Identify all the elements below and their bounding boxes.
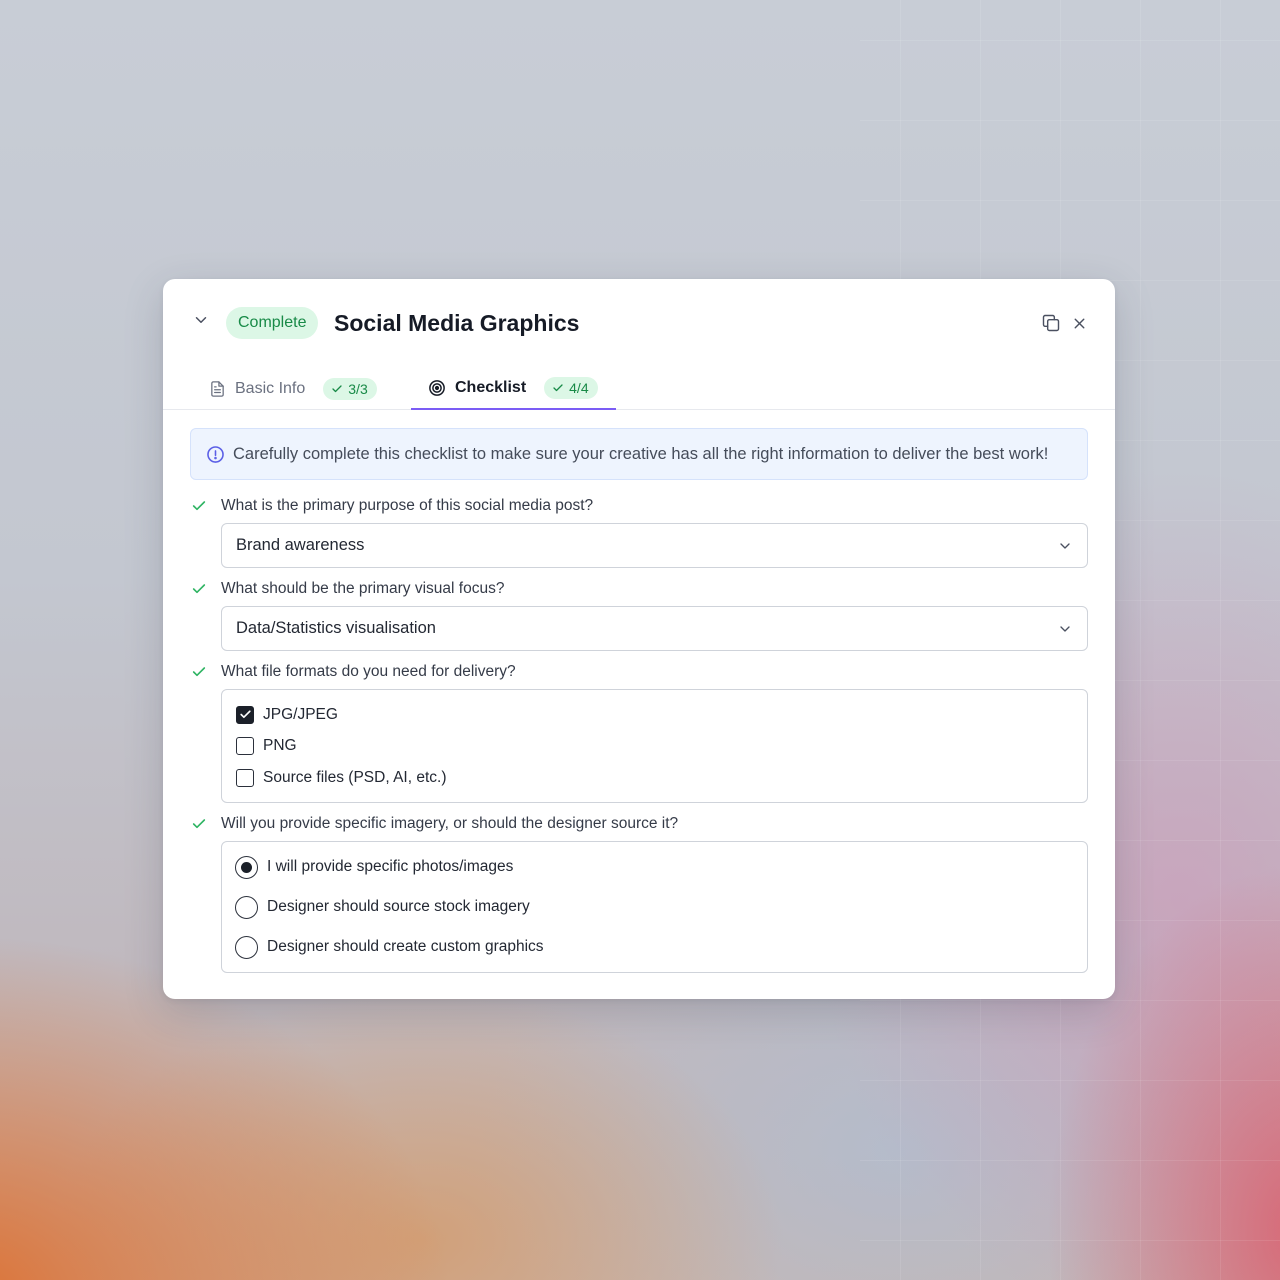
check-icon xyxy=(190,497,208,515)
visual-focus-select[interactable]: Data/Statistics visualisation xyxy=(221,606,1088,651)
option-provide-photos[interactable]: I will provide specific photos/images xyxy=(222,847,1087,887)
copy-button[interactable] xyxy=(1041,313,1061,333)
option-label: Source files (PSD, AI, etc.) xyxy=(263,768,447,786)
close-icon xyxy=(1074,318,1084,328)
option-jpg[interactable]: JPG/JPEG xyxy=(222,699,1087,731)
option-label: JPG/JPEG xyxy=(263,705,338,723)
radio-dot xyxy=(241,861,252,873)
status-badge: Complete xyxy=(226,307,319,339)
badge-count: 3/3 xyxy=(348,380,368,397)
radio[interactable] xyxy=(235,895,258,919)
option-label: I will provide specific photos/images xyxy=(267,858,514,875)
page-title: Social Media Graphics xyxy=(334,310,580,336)
document-icon xyxy=(208,380,226,398)
option-png[interactable]: PNG xyxy=(222,731,1087,763)
file-format-options: JPG/JPEG PNG Source files (PSD, AI, etc.… xyxy=(221,689,1088,803)
task-card: Complete Social Media Graphics Basic Inf… xyxy=(163,279,1115,999)
progress-badge: 4/4 xyxy=(544,376,598,399)
tab-label: Basic Info xyxy=(235,379,306,397)
checkbox[interactable] xyxy=(236,768,254,787)
select-value: Brand awareness xyxy=(236,536,365,554)
chevron-down-icon xyxy=(195,317,207,323)
badge-count: 4/4 xyxy=(569,379,589,396)
checkbox[interactable] xyxy=(236,737,254,756)
option-label: PNG xyxy=(263,737,297,755)
radio[interactable] xyxy=(235,935,258,959)
info-text: Carefully complete this checklist to mak… xyxy=(233,444,1049,463)
check-icon xyxy=(239,710,251,719)
imagery-options: I will provide specific photos/images De… xyxy=(221,841,1088,973)
check-icon xyxy=(332,384,342,392)
tab-basic-info[interactable]: Basic Info 3/3 xyxy=(208,367,377,410)
chevron-down-icon xyxy=(1060,542,1070,549)
question-file-formats: What file formats do you need for delive… xyxy=(190,662,1088,803)
chevron-down-icon xyxy=(1060,625,1070,632)
radio-selected[interactable] xyxy=(235,855,258,879)
select-value: Data/Statistics visualisation xyxy=(236,619,436,637)
option-label: Designer should create custom graphics xyxy=(267,938,544,955)
question-purpose: What is the primary purpose of this soci… xyxy=(190,496,1088,568)
tab-bar: Basic Info 3/3 Checklist 4/4 xyxy=(163,367,1115,410)
check-icon xyxy=(190,815,208,833)
option-source-files[interactable]: Source files (PSD, AI, etc.) xyxy=(222,762,1087,794)
info-banner: Carefully complete this checklist to mak… xyxy=(190,428,1088,480)
tab-label: Checklist xyxy=(455,378,527,396)
collapse-button[interactable] xyxy=(191,310,211,330)
purpose-select[interactable]: Brand awareness xyxy=(221,523,1088,568)
close-button[interactable] xyxy=(1069,313,1089,333)
option-label: Designer should source stock imagery xyxy=(267,898,530,915)
option-stock-imagery[interactable]: Designer should source stock imagery xyxy=(222,887,1087,927)
check-icon xyxy=(190,663,208,681)
check-icon xyxy=(190,580,208,598)
target-icon xyxy=(428,379,446,397)
question-label: What should be the primary visual focus? xyxy=(221,580,505,597)
card-header: Complete Social Media Graphics xyxy=(163,279,1115,367)
copy-icon xyxy=(1042,314,1060,332)
checkbox-checked[interactable] xyxy=(236,705,254,724)
question-label: What file formats do you need for delive… xyxy=(221,663,516,680)
question-visual-focus: What should be the primary visual focus?… xyxy=(190,579,1088,651)
progress-badge: 3/3 xyxy=(323,377,377,400)
question-label: What is the primary purpose of this soci… xyxy=(221,497,594,514)
question-label: Will you provide specific imagery, or sh… xyxy=(221,815,679,832)
option-custom-graphics[interactable]: Designer should create custom graphics xyxy=(222,927,1087,967)
info-icon xyxy=(205,444,225,464)
question-imagery: Will you provide specific imagery, or sh… xyxy=(190,814,1088,973)
check-icon xyxy=(553,383,563,391)
tab-checklist[interactable]: Checklist 4/4 xyxy=(411,367,616,410)
